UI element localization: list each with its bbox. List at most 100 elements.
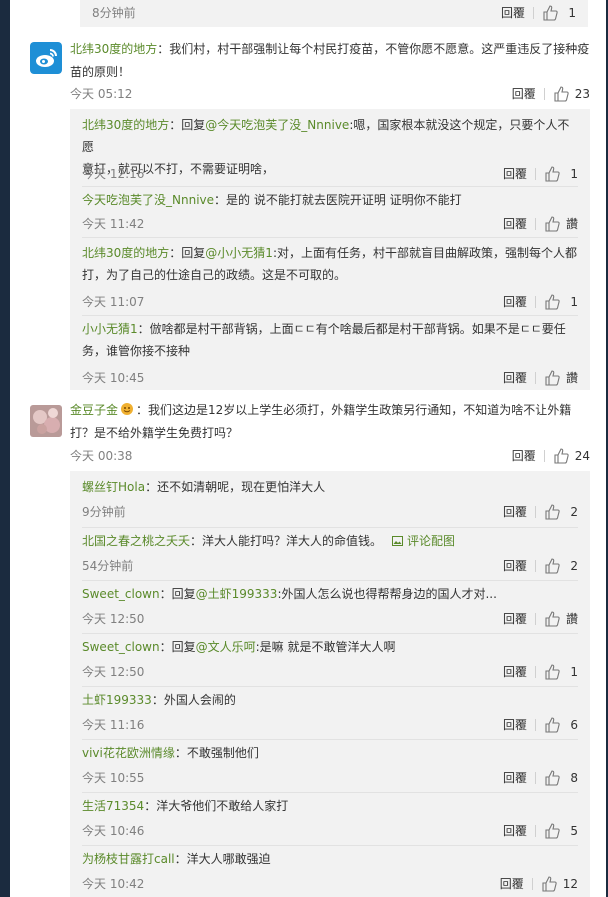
reply-meta: 今天 10:45 回覆 讚: [82, 369, 578, 387]
reply-button[interactable]: 回覆: [503, 663, 527, 680]
reply-divider: [82, 186, 578, 187]
like-count: 2: [570, 504, 578, 519]
reply-time: 今天 10:42: [82, 877, 145, 891]
reply-prefix: ：回复: [159, 587, 196, 601]
thumbs-up-icon[interactable]: [544, 215, 560, 232]
thumbs-up-icon[interactable]: [544, 503, 560, 520]
username-link[interactable]: 北纬30度的地方: [82, 118, 169, 132]
comment-text-line: 打？是不给外籍学生免费打吗？: [70, 426, 239, 440]
reply-button[interactable]: 回覆: [503, 503, 527, 520]
username-link[interactable]: 螺丝钉Hola: [82, 480, 145, 494]
reply-meta: 今天 12:16 回覆 1: [82, 165, 578, 183]
thumbs-up-icon[interactable]: [544, 610, 560, 627]
thumbs-up-icon[interactable]: [544, 769, 560, 786]
reply-text-line: ：是的 说不能打就去医院开证明 证明你不能打: [214, 193, 462, 207]
thumbs-up-icon[interactable]: [544, 716, 560, 733]
image-icon: [392, 536, 404, 546]
divider: [535, 167, 536, 180]
reply-item: 生活71354：洋大爷他们不敢给人家打 今天 10:46 回覆 5: [82, 795, 578, 839]
like-count: 23: [574, 86, 590, 101]
like-count: 24: [574, 448, 590, 463]
username-link[interactable]: 为杨枝甘露打call: [82, 852, 175, 866]
reply-button[interactable]: 回覆: [503, 610, 527, 627]
reply-text-line: :外国人怎么说也得帮帮身边的国人才对...: [277, 587, 497, 601]
reply-text-line: ：不敢强制他们: [174, 746, 259, 760]
thumbs-up-icon[interactable]: [544, 369, 560, 386]
reply-divider: [82, 633, 578, 634]
reply-item: Sweet_clown：回复@土虾199333:外国人怎么说也得帮帮身边的国人才…: [82, 583, 578, 627]
divider: [535, 718, 536, 731]
username-link[interactable]: Sweet_clown: [82, 587, 160, 601]
reply-item: 螺丝钉Hola：还不如清朝呢，现在更怕洋大人 9分钟前 回覆 2: [82, 476, 578, 520]
reply-prefix: ：回复: [159, 640, 196, 654]
reply-button[interactable]: 回覆: [512, 447, 536, 464]
username-link[interactable]: 北纬30度的地方: [70, 42, 157, 56]
smile-badge-icon: [120, 401, 134, 415]
reply-time: 今天 10:55: [82, 771, 145, 785]
reply-time: 今天 11:07: [82, 295, 145, 309]
like-count: 8: [570, 770, 578, 785]
username-link[interactable]: 土虾199333: [82, 693, 152, 707]
reply-meta: 今天 10:42 回覆 12: [82, 875, 578, 893]
username-link[interactable]: Sweet_clown: [82, 640, 160, 654]
comment-picture-label: 评论配图: [407, 534, 456, 548]
reply-item: 小小无猜1：倣啥都是村干部背锅，上面ㄷㄷ有个啥最后都是村干部背锅。如果不是ㄷㄷ要…: [82, 318, 578, 386]
reply-button[interactable]: 回覆: [501, 4, 525, 21]
reply-button[interactable]: 回覆: [503, 369, 527, 386]
divider: [543, 87, 545, 100]
avatar[interactable]: [30, 405, 62, 437]
thumbs-up-icon[interactable]: [544, 165, 560, 182]
reply-button[interactable]: 回覆: [503, 165, 527, 182]
reply-text-line: ：洋大爷他们不敢给人家打: [144, 799, 289, 813]
username-link[interactable]: 北国之春之桃之夭夭: [82, 534, 190, 548]
reply-text-line: ：外国人会闹的: [151, 693, 236, 707]
reply-text: Sweet_clown：回复@土虾199333:外国人怎么说也得帮帮身边的国人才…: [82, 583, 578, 605]
mention-link[interactable]: @文人乐呵: [196, 640, 256, 654]
flower-photo-icon: [30, 405, 62, 437]
username-link[interactable]: 北纬30度的地方: [82, 246, 169, 260]
username-link[interactable]: 今天吃泡芙了没_Nnnive: [82, 193, 214, 207]
reply-item: 北纬30度的地方：回复@今天吃泡芙了没_Nnnive:嗯，国家根本就没这个规定，…: [82, 114, 578, 183]
reply-meta: 今天 10:55 回覆 8: [82, 769, 578, 787]
comment-text: 北纬30度的地方：我们村，村干部强制让每个村民打疫苗，不管你愿不愿意。这严重违反…: [70, 38, 590, 84]
divider: [535, 505, 536, 518]
username-link[interactable]: 生活71354: [82, 799, 144, 813]
thumbs-up-icon[interactable]: [544, 557, 560, 574]
reply-button[interactable]: 回覆: [503, 822, 527, 839]
reply-time: 54分钟前: [82, 559, 134, 573]
reply-button[interactable]: 回覆: [503, 769, 527, 786]
reply-meta: 今天 11:16 回覆 6: [82, 716, 578, 734]
avatar[interactable]: [30, 42, 62, 74]
thumbs-up-icon[interactable]: [541, 875, 557, 892]
comment-text: 金豆子金 ：我们这边是12岁以上学生必须打，外籍学生政策另行通知，不知道为啥不让外…: [70, 399, 590, 445]
reply-button[interactable]: 回覆: [503, 293, 527, 310]
reply-text-line: ：倣啥都是村干部背锅，上面ㄷㄷ有个啥最后都是村干部背锅。如果不是ㄷㄷ要任: [137, 322, 566, 336]
reply-text-line: ：洋大人能打吗？洋大人的命值钱。: [190, 534, 383, 548]
username-link[interactable]: 小小无猜1: [82, 322, 138, 336]
mention-link[interactable]: @土虾199333: [196, 587, 278, 601]
reply-text: 为杨枝甘露打call：洋大人哪敢强迫: [82, 848, 578, 870]
username-link[interactable]: vivi花花欧洲情缘: [82, 746, 175, 760]
thumbs-up-icon[interactable]: [544, 822, 560, 839]
reply-button[interactable]: 回覆: [503, 716, 527, 733]
partial-reply: 8分钟前 回覆 1: [80, 0, 588, 27]
comment-picture-link[interactable]: 评论配图: [392, 534, 455, 548]
username-link[interactable]: 金豆子金: [70, 403, 118, 417]
reply-button[interactable]: 回覆: [512, 85, 536, 102]
mention-link[interactable]: @小小无猜1: [205, 246, 273, 260]
reply-meta: 9分钟前 回覆 2: [82, 503, 578, 521]
thumbs-up-icon[interactable]: [553, 447, 569, 464]
reply-button[interactable]: 回覆: [500, 875, 524, 892]
comment-text-line: 苗的原则！: [70, 65, 131, 79]
mention-link[interactable]: @今天吃泡芙了没_Nnnive: [205, 118, 349, 132]
reply-meta: 今天 11:42 回覆 讚: [82, 215, 578, 233]
reply-text-line: ：还不如清朝呢，现在更怕洋大人: [145, 480, 326, 494]
divider: [535, 665, 536, 678]
thumbs-up-icon[interactable]: [542, 4, 558, 21]
reply-button[interactable]: 回覆: [503, 557, 527, 574]
thumbs-up-icon[interactable]: [544, 293, 560, 310]
reply-time: 今天 10:45: [82, 371, 145, 385]
thumbs-up-icon[interactable]: [544, 663, 560, 680]
thumbs-up-icon[interactable]: [553, 85, 569, 102]
reply-button[interactable]: 回覆: [503, 215, 527, 232]
